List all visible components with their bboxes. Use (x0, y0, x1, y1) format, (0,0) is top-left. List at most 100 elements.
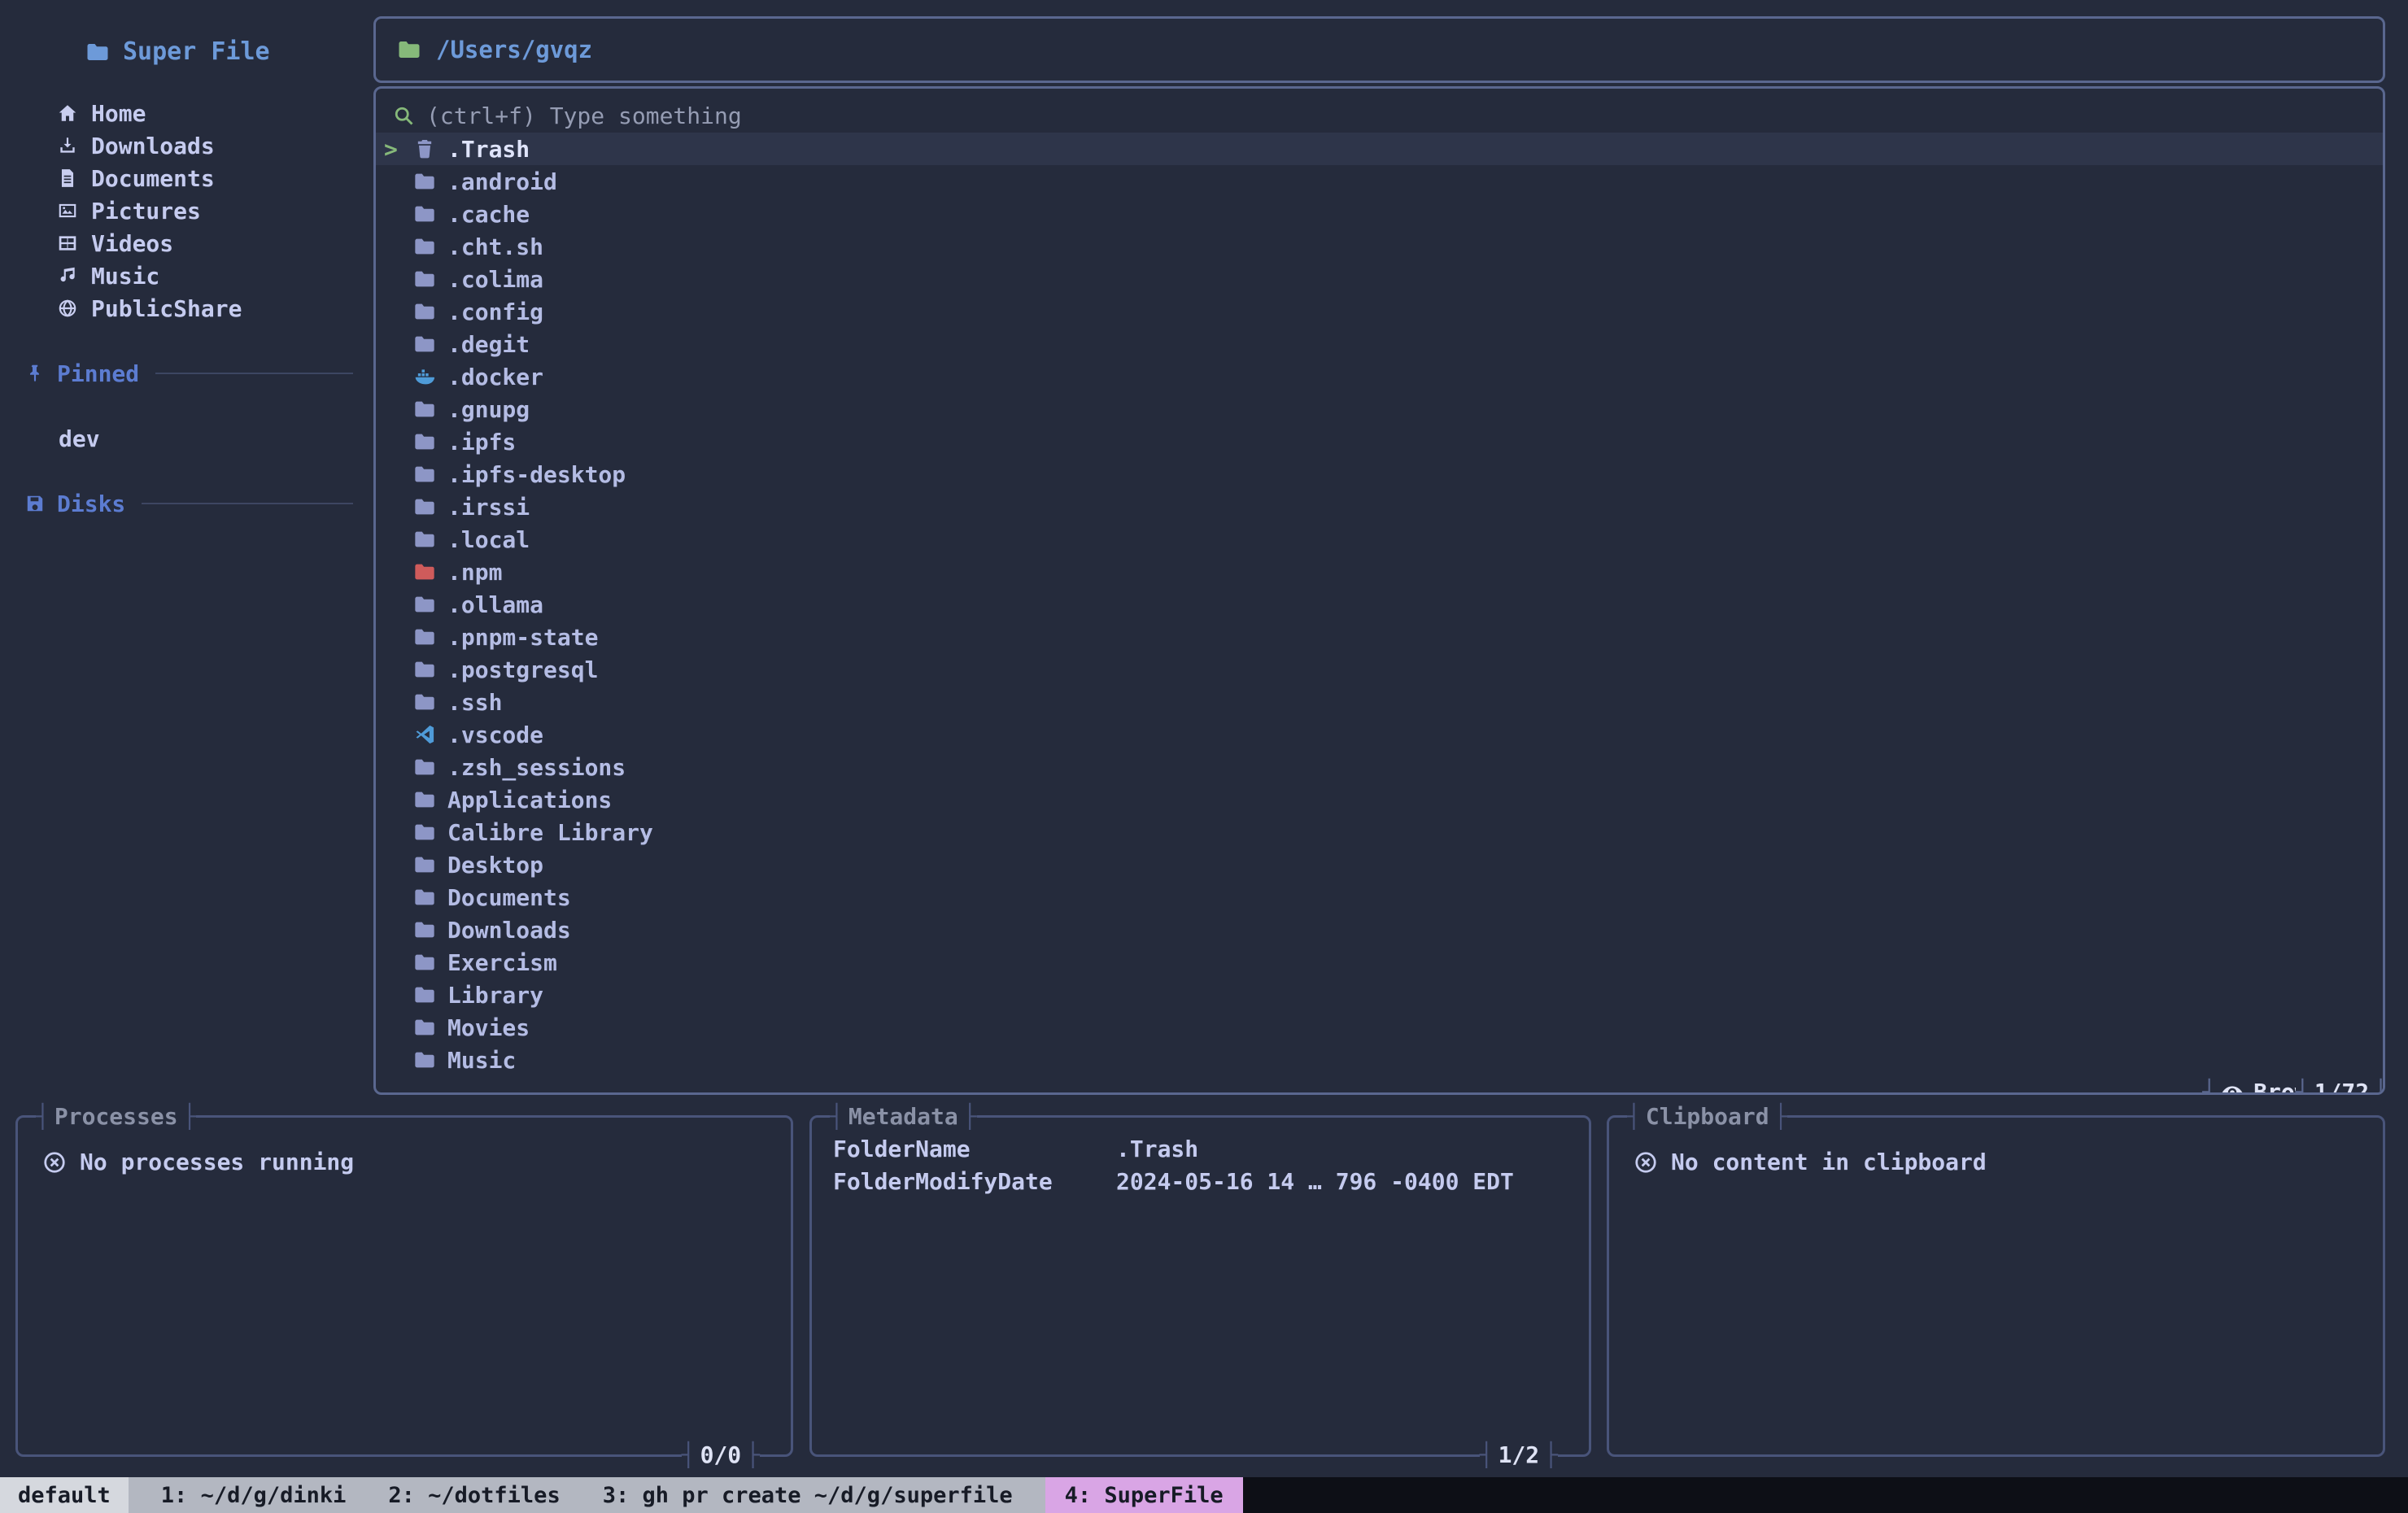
file-row[interactable]: .colima (376, 263, 2383, 295)
tmux-active-window[interactable]: 4: SuperFile (1045, 1477, 1243, 1513)
file-row[interactable]: .vscode (376, 718, 2383, 751)
file-row[interactable]: Music (376, 1044, 2383, 1076)
pin-icon (24, 363, 46, 384)
folder-icon (413, 918, 436, 941)
sidebar: Super File Home Downloads Documents Pict… (0, 0, 364, 1095)
processes-panel: Processes No processes running 0/0 (15, 1115, 793, 1457)
app-folder-icon (85, 40, 110, 64)
disks-section-header: Disks (24, 487, 364, 520)
file-name: .degit (447, 331, 530, 358)
file-row[interactable]: Movies (376, 1011, 2383, 1044)
folder-icon (413, 853, 436, 876)
metadata-key: FolderName (833, 1136, 1116, 1162)
sidebar-item-music[interactable]: Music (57, 259, 364, 292)
processes-empty-state: No processes running (42, 1149, 791, 1175)
file-row[interactable]: .docker (376, 360, 2383, 393)
folder-icon (413, 951, 436, 974)
processes-counter: 0/0 (700, 1439, 742, 1472)
file-row[interactable]: .ssh (376, 686, 2383, 718)
file-row[interactable]: .config (376, 295, 2383, 328)
tmux-window[interactable]: 1: ~/d/g/dinki (161, 1483, 347, 1508)
file-row[interactable]: .cht.sh (376, 230, 2383, 263)
panel-position: 1/72 (2314, 1076, 2369, 1095)
tmux-session-name[interactable]: default (0, 1477, 129, 1513)
folder-icon (413, 821, 436, 844)
file-name: Documents (447, 884, 571, 911)
file-name: .postgresql (447, 656, 598, 683)
vscode-icon (413, 723, 436, 746)
file-row[interactable]: Desktop (376, 848, 2383, 881)
file-row[interactable]: .degit (376, 328, 2383, 360)
tmux-window[interactable]: 3: gh pr create ~/d/g/superfile (603, 1483, 1013, 1508)
file-name: Downloads (447, 917, 571, 944)
file-name: Applications (447, 787, 612, 813)
sidebar-item-videos[interactable]: Videos (57, 227, 364, 259)
file-row[interactable]: Exercism (376, 946, 2383, 979)
pinned-item[interactable]: dev (59, 422, 364, 455)
file-name: .ipfs (447, 429, 516, 456)
folder-icon (413, 268, 436, 290)
metadata-value: 2024-05-16 14 … 796 -0400 EDT (1116, 1168, 1514, 1195)
sidebar-item-pictures[interactable]: Pictures (57, 194, 364, 227)
clipboard-panel: Clipboard No content in clipboard (1607, 1115, 2385, 1457)
file-list: > .Trash .android .cache .cht.sh .colima… (376, 133, 2383, 1076)
pinned-section-header: Pinned (24, 357, 364, 390)
sidebar-item-label: Documents (91, 165, 215, 192)
file-row[interactable]: .pnpm-state (376, 621, 2383, 653)
file-row[interactable]: .irssi (376, 491, 2383, 523)
file-name: Music (447, 1047, 516, 1074)
file-name: Library (447, 982, 543, 1009)
sidebar-item-label: Pictures (91, 198, 201, 225)
file-row[interactable]: .cache (376, 198, 2383, 230)
folder-icon (413, 398, 436, 421)
folder-icon (413, 430, 436, 453)
path-bar[interactable]: /Users/gvqz (373, 16, 2385, 83)
search-icon (392, 104, 415, 127)
download-icon (57, 135, 78, 156)
file-name: .colima (447, 266, 543, 293)
file-row[interactable]: .npm (376, 556, 2383, 588)
sidebar-item-home[interactable]: Home (57, 97, 364, 129)
file-row[interactable]: Applications (376, 783, 2383, 816)
folder-icon (413, 300, 436, 323)
file-row[interactable]: Library (376, 979, 2383, 1011)
file-row[interactable]: > .Trash (376, 133, 2383, 165)
sidebar-item-downloads[interactable]: Downloads (57, 129, 364, 162)
clipboard-panel-title: Clipboard (1627, 1101, 1787, 1133)
tmux-status-bar: default 1: ~/d/g/dinki 2: ~/dotfiles 3: … (0, 1477, 2408, 1513)
file-name: .android (447, 168, 557, 195)
file-row[interactable]: Documents (376, 881, 2383, 913)
sidebar-item-publicshare[interactable]: PublicShare (57, 292, 364, 325)
metadata-panel: Metadata FolderName .Trash FolderModifyD… (809, 1115, 1591, 1457)
file-row[interactable]: .zsh_sessions (376, 751, 2383, 783)
file-row[interactable]: Downloads (376, 913, 2383, 946)
file-name: .gnupg (447, 396, 530, 423)
folder-icon (413, 886, 436, 909)
pinned-item-label: dev (59, 425, 100, 452)
file-row[interactable]: Calibre Library (376, 816, 2383, 848)
eye-icon (2221, 1081, 2244, 1095)
file-row[interactable]: .android (376, 165, 2383, 198)
file-name: .ipfs-desktop (447, 461, 626, 488)
file-row[interactable]: .gnupg (376, 393, 2383, 425)
file-name: Exercism (447, 949, 557, 976)
file-row[interactable]: .local (376, 523, 2383, 556)
document-icon (57, 168, 78, 189)
tmux-window[interactable]: 2: ~/dotfiles (388, 1483, 560, 1508)
metadata-panel-title: Metadata (830, 1101, 977, 1133)
file-row[interactable]: .ollama (376, 588, 2383, 621)
search-input[interactable] (426, 102, 2383, 129)
file-name: .docker (447, 364, 543, 390)
processes-title-label: Processes (55, 1101, 178, 1133)
file-row[interactable]: .postgresql (376, 653, 2383, 686)
sidebar-item-documents[interactable]: Documents (57, 162, 364, 194)
folder-icon (413, 333, 436, 355)
folder-icon (413, 1049, 436, 1071)
docker-icon (413, 365, 436, 388)
folder-icon (413, 528, 436, 551)
file-row[interactable]: .ipfs-desktop (376, 458, 2383, 491)
folder-icon (413, 170, 436, 193)
panel-position-chip: 1/72 (2296, 1076, 2385, 1095)
search-bar (376, 98, 2383, 133)
file-row[interactable]: .ipfs (376, 425, 2383, 458)
